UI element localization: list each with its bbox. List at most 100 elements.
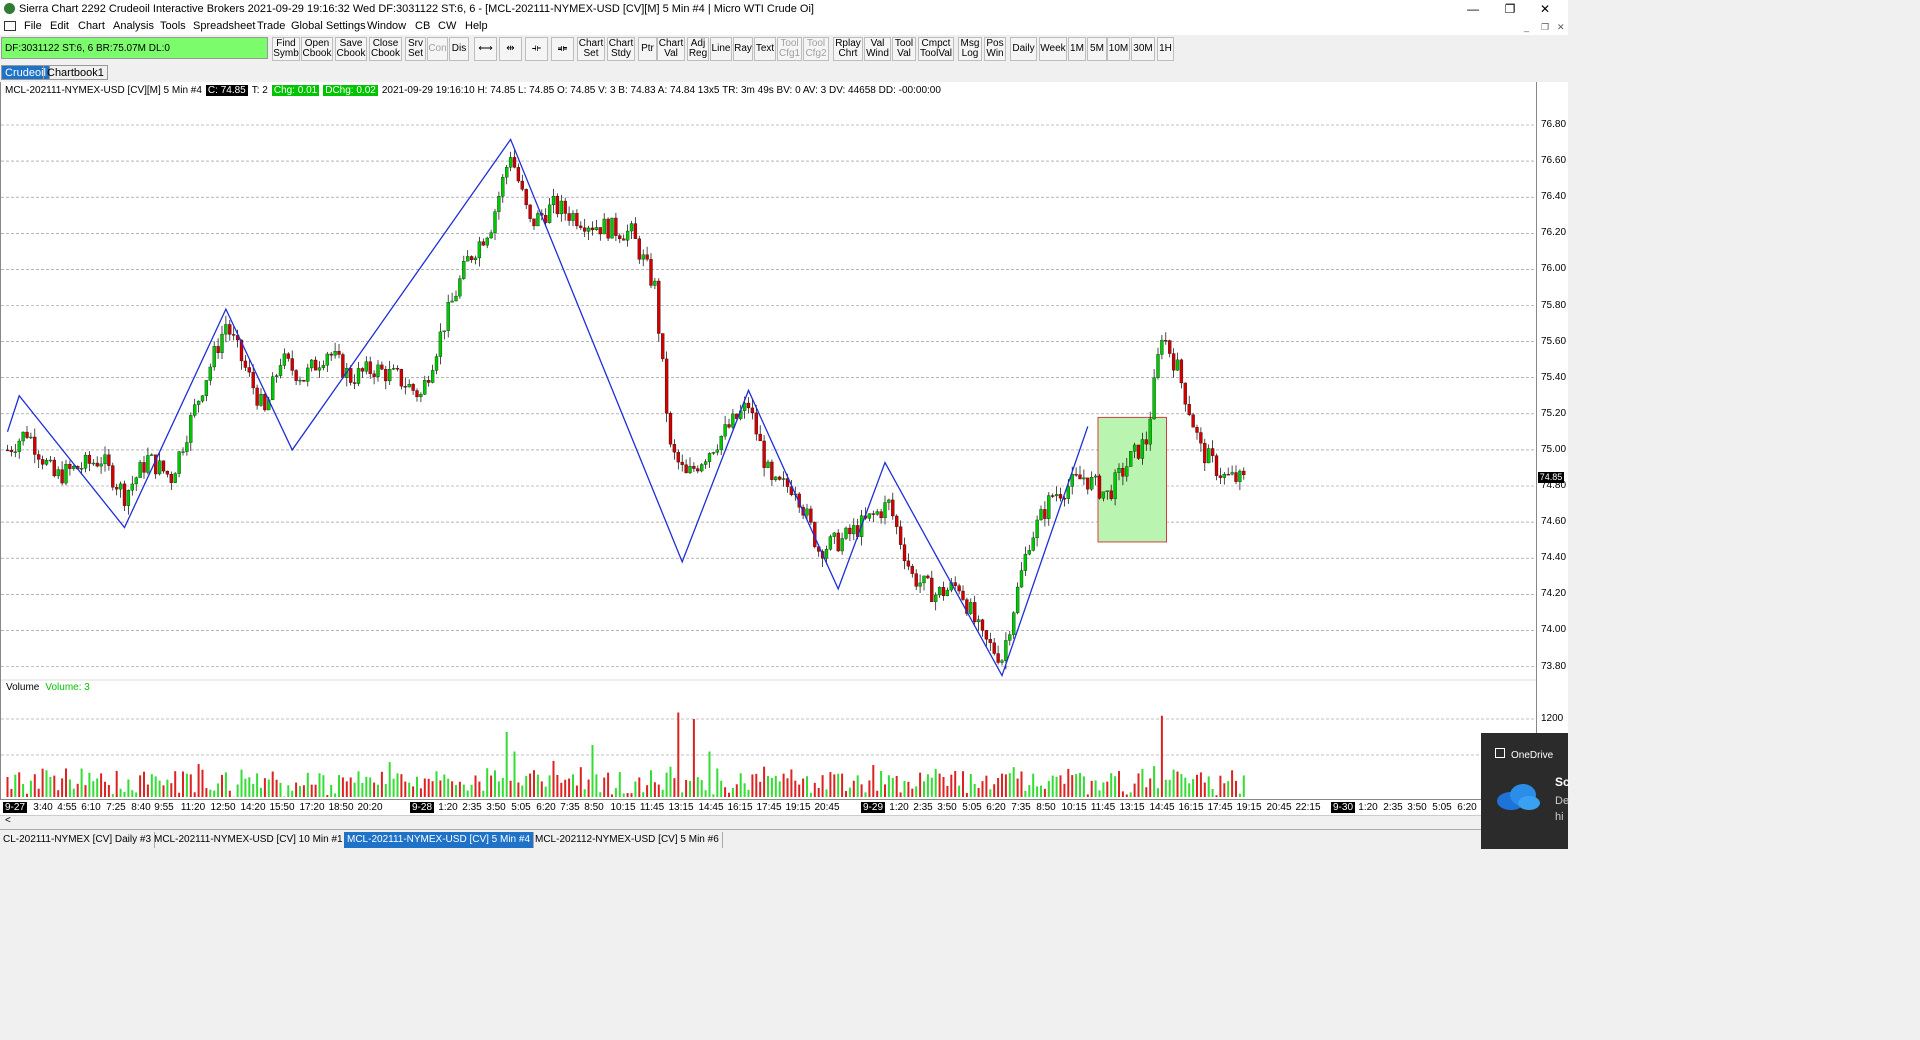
volume-bar: [692, 719, 695, 797]
menu-trade[interactable]: Trade: [257, 20, 285, 32]
volume-bar: [1238, 793, 1241, 797]
toolbar-button-tool-10[interactable]: ⟚: [551, 37, 574, 61]
volume-bar: [1043, 788, 1046, 797]
toolbar-button-week[interactable]: Week: [1039, 37, 1067, 61]
candle-body: [1054, 494, 1059, 497]
menu-help[interactable]: Help: [465, 20, 488, 32]
volume-bar: [1199, 772, 1202, 797]
toolbar-button-5m[interactable]: 5M: [1087, 37, 1107, 61]
volume-bar: [790, 769, 793, 797]
toolbar-button-line[interactable]: Line: [710, 37, 732, 61]
toolbar-button-daily[interactable]: Daily: [1010, 37, 1037, 61]
toolbar-button-srv-set[interactable]: Srv Set: [405, 37, 426, 61]
volume-bar: [880, 770, 883, 797]
toolbar-button-chart-stdy[interactable]: Chart Stdy: [607, 37, 635, 61]
toolbar-button-save-cbook[interactable]: Save Cbook: [335, 37, 367, 61]
mdi-minimize-icon[interactable]: _: [1524, 22, 1529, 32]
onedrive-notification[interactable]: OneDrive Sc De hi: [1481, 733, 1570, 849]
menu-tools[interactable]: Tools: [160, 20, 186, 32]
candle-body: [1109, 490, 1113, 499]
mdi-restore-icon[interactable]: ❐: [1541, 22, 1549, 33]
toolbar-button-tool-7[interactable]: ⟷: [474, 37, 497, 61]
toolbar-button-pos-win[interactable]: Pos Win: [984, 37, 1006, 61]
chart-window-tab[interactable]: MCL-202112-NYMEX-USD [CV] 5 Min #6: [532, 832, 723, 848]
menu-global-settings[interactable]: Global Settings: [291, 20, 366, 32]
volume-bar: [860, 784, 863, 797]
time-axis[interactable]: 9-27 3:40 4:55 6:10 7:25 8:40 9:55 11:20 12:50 14…: [0, 799, 1536, 815]
menu-analysis[interactable]: Analysis: [113, 20, 154, 32]
toolbar-button-tool-cfg1[interactable]: Tool Cfg1: [777, 37, 802, 61]
toolbar-button-tool-9[interactable]: ⟛: [525, 37, 548, 61]
volume-bar: [965, 792, 968, 797]
chart-window-tab[interactable]: MCL-202111-NYMEX-USD [CV] 5 Min #4: [344, 832, 535, 848]
close-button[interactable]: ✕: [1522, 0, 1568, 18]
toolbar-button-adj-reg[interactable]: Adj Reg: [687, 37, 709, 61]
menu-file[interactable]: File: [24, 20, 42, 32]
scroll-left-icon[interactable]: <: [5, 815, 11, 826]
candle-body: [454, 295, 458, 302]
toolbar-button-tool-cfg2[interactable]: Tool Cfg2: [803, 37, 829, 61]
menu-spreadsheet[interactable]: Spreadsheet: [193, 20, 255, 32]
toolbar-button-dis[interactable]: Dis: [449, 37, 469, 61]
chart-window-tab[interactable]: MCL-202111-NYMEX-USD [CV] 10 Min #1: [151, 832, 347, 848]
menu-window[interactable]: Window: [367, 20, 406, 32]
candle-body: [922, 575, 926, 584]
volume-bar: [104, 781, 106, 797]
volume-bar: [533, 770, 535, 797]
toolbar-button-msg-log[interactable]: Msg Log: [958, 37, 982, 61]
toolbar-button-ray[interactable]: Ray: [733, 37, 753, 61]
tab-chartbook1[interactable]: Chartbook1: [43, 65, 108, 80]
toolbar-button-1m[interactable]: 1M: [1068, 37, 1086, 61]
candle-body: [625, 230, 630, 241]
time-label: 1:20: [438, 802, 458, 813]
toolbar-button-chart-set[interactable]: Chart Set: [577, 37, 605, 61]
volume-bar: [712, 794, 715, 797]
volume-bar: [18, 772, 21, 797]
toolbar-button-val-wind[interactable]: Val Wind: [864, 37, 891, 61]
menu-cw[interactable]: CW: [438, 20, 456, 32]
price-axis[interactable]: [1536, 82, 1568, 799]
chart-area[interactable]: [0, 82, 1536, 799]
toolbar-button-find-symb[interactable]: Find Symb: [272, 37, 300, 61]
candle-body: [368, 361, 372, 374]
menu-cb[interactable]: CB: [415, 20, 430, 32]
toolbar-button-con[interactable]: Con: [427, 37, 448, 61]
candle-body: [126, 490, 131, 506]
candle-body: [177, 451, 181, 474]
toolbar-button-text[interactable]: Text: [754, 37, 776, 61]
toolbar-button-open-cbook[interactable]: Open Cbook: [301, 37, 333, 61]
price-chart[interactable]: [1, 82, 1536, 799]
candle-body: [571, 213, 575, 221]
menu-edit[interactable]: Edit: [50, 20, 69, 32]
chart-window-tab[interactable]: CL-202111-NYMEX [CV] Daily #3: [0, 832, 156, 848]
candle-body: [1008, 634, 1012, 641]
toolbar-button-close-cbook[interactable]: Close Cbook: [369, 37, 402, 61]
mdi-close-icon[interactable]: ✕: [1557, 22, 1565, 33]
candle-body: [895, 515, 899, 527]
menu-chart[interactable]: Chart: [78, 20, 105, 32]
candle-body: [555, 195, 560, 215]
time-label: 14:45: [698, 802, 724, 813]
chart-info-line: MCL-202111-NYMEX-USD [CV][M] 5 Min #4 C:…: [5, 84, 945, 96]
volume-bar: [1180, 774, 1183, 797]
volume-bar: [1094, 780, 1097, 797]
time-label: 7:35: [1011, 802, 1031, 813]
candle-body: [21, 431, 25, 442]
toolbar-button-tool-8[interactable]: ⇹: [499, 37, 522, 61]
candle-body: [501, 177, 505, 197]
horizontal-scrollbar[interactable]: <: [0, 815, 1568, 828]
volume-bar: [603, 777, 606, 797]
toolbar-button-tool-val[interactable]: Tool Val: [892, 37, 916, 61]
volume-bar: [213, 790, 216, 797]
system-menu-icon[interactable]: [4, 21, 16, 31]
toolbar-button-chart-val[interactable]: Chart Val: [657, 37, 685, 61]
candle-body: [688, 466, 692, 474]
candle-body: [91, 462, 95, 465]
toolbar-button-ptr[interactable]: Ptr: [638, 37, 657, 61]
toolbar-button-rplay-chrt[interactable]: Rplay Chrt: [833, 37, 863, 61]
candle-body: [411, 384, 415, 391]
toolbar-button-10m[interactable]: 10M: [1107, 37, 1130, 61]
toolbar-button-30m[interactable]: 30M: [1131, 37, 1155, 61]
toolbar-button-cmpct-toolval[interactable]: Cmpct ToolVal: [918, 37, 954, 61]
toolbar-button-1h[interactable]: 1H: [1157, 37, 1174, 61]
